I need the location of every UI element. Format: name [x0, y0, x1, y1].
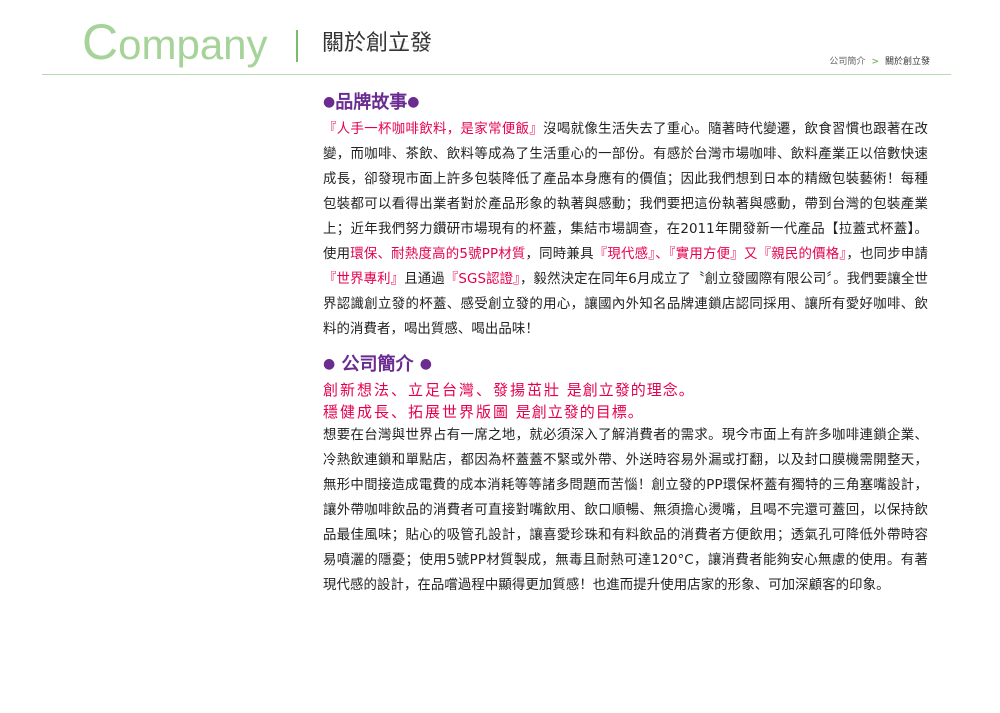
main-content: ●品牌故事● 『人手一杯咖啡飲料，是家常便飯』沒喝就像生活失去了重心。隨著時代變… [323, 88, 928, 598]
page-header: Company 關於創立發 關於創立發 公司簡介 > 關於創立發 [0, 0, 1000, 78]
story-text-segment: ，也同步申請 [846, 247, 928, 262]
story-highlight: 『SGS認證』 [444, 272, 520, 287]
breadcrumb: 公司簡介 > 關於創立發 [829, 56, 930, 68]
story-highlight: 環保、耐熱度高的5號PP材質 [350, 247, 526, 262]
company-intro-text: 想要在台灣與世界占有一席之地，就必須深入了解消費者的需求。現今市面上有許多咖啡連… [323, 428, 928, 593]
story-highlight: 『現代感』、『實用方便』又『親民的價格』 [593, 247, 847, 262]
header-divider [42, 74, 951, 75]
slogan-philosophy-highlight: 創新想法、立足台灣、發揚茁壯 [323, 381, 562, 399]
slogan-philosophy-suffix: 是創立發的理念。 [561, 381, 695, 399]
page-title-reflection: 關於創立發 [322, 39, 433, 52]
breadcrumb-parent-link[interactable]: 公司簡介 [829, 57, 865, 67]
brand-story-heading: ●品牌故事● [323, 88, 928, 117]
slogan-goal-suffix: 是創立發的目標。 [510, 403, 644, 421]
company-title: Company [82, 16, 268, 71]
company-intro-section: ● 公司簡介 ● 創新想法、立足台灣、發揚茁壯 是創立發的理念。 穩健成長、拓展… [323, 350, 928, 598]
story-highlight: 『世界專利』 [323, 272, 405, 287]
title-divider [296, 30, 298, 62]
bullet-dot-icon: ● [323, 94, 336, 110]
brand-story-title: 品牌故事 [335, 92, 408, 113]
breadcrumb-current: 關於創立發 [884, 57, 930, 67]
company-title-rest: ompany [118, 21, 268, 68]
story-highlight: 『人手一杯咖啡飲料，是家常便飯』 [323, 122, 544, 137]
bullet-dot-icon: ● [407, 94, 420, 110]
story-text-segment: 且通過 [404, 272, 445, 287]
bullet-dot-icon: ● [323, 356, 336, 372]
slogan-philosophy: 創新想法、立足台灣、發揚茁壯 是創立發的理念。 [323, 379, 928, 401]
bullet-dot-icon: ● [419, 356, 432, 372]
slogan-goal-highlight: 穩健成長、拓展世界版圖 [323, 403, 511, 421]
story-text-segment: 沒喝就像生活失去了重心。隨著時代變遷，飲食習慣也跟著在改變，而咖啡、茶飲、飲料等… [323, 122, 928, 262]
company-intro-title: 公司簡介 [341, 354, 414, 375]
story-text-segment: ，同時兼具 [525, 247, 594, 262]
company-title-initial: C [82, 14, 119, 70]
breadcrumb-separator: > [871, 57, 879, 67]
brand-story-text: 『人手一杯咖啡飲料，是家常便飯』沒喝就像生活失去了重心。隨著時代變遷，飲食習慣也… [323, 117, 928, 342]
slogan-goal: 穩健成長、拓展世界版圖 是創立發的目標。 [323, 401, 928, 423]
company-intro-heading: ● 公司簡介 ● [323, 350, 928, 379]
